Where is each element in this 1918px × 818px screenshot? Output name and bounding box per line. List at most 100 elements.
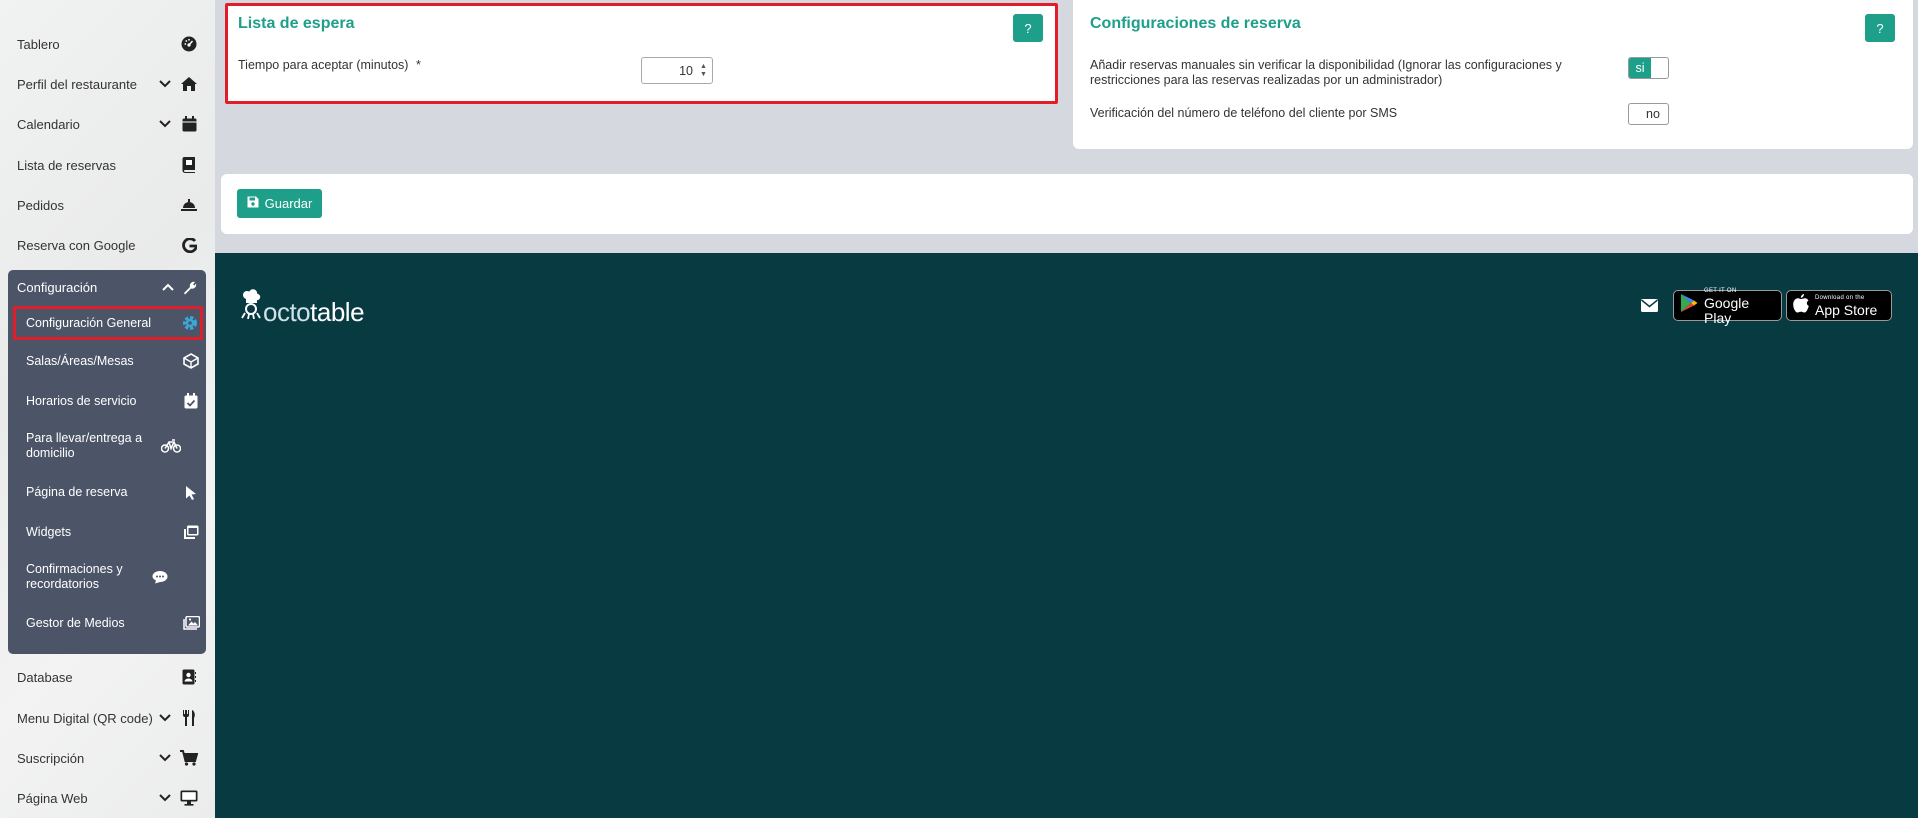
sidebar-item-label: Confirmaciones y recordatorios bbox=[26, 562, 123, 591]
toggle-off-label: no bbox=[1646, 107, 1660, 121]
sms-verification-label: Verificación del número de teléfono del … bbox=[1090, 106, 1398, 120]
manual-reservations-label: Añadir reservas manuales sin verificar l… bbox=[1090, 58, 1562, 87]
chevron-down-icon bbox=[158, 794, 172, 802]
google-play-small: GET IT ON bbox=[1704, 287, 1737, 294]
sidebar-item-confirmaciones[interactable]: Confirmaciones y recordatorios bbox=[8, 555, 206, 599]
chevron-down-icon bbox=[158, 120, 172, 128]
accept-time-label: Tiempo para aceptar (minutos) * bbox=[238, 58, 421, 73]
apple-icon bbox=[1793, 293, 1809, 318]
sidebar-item-label: Configuración General bbox=[26, 315, 152, 330]
sidebar-item-reserva-google[interactable]: Reserva con Google bbox=[0, 225, 215, 265]
number-spinner[interactable]: ▲ ▼ bbox=[699, 61, 708, 81]
sidebar-item-label: Lista de reservas bbox=[17, 157, 116, 173]
sidebar-item-label: Para llevar/entrega a domicilio bbox=[26, 431, 143, 460]
app-store-big: App Store bbox=[1815, 302, 1878, 318]
sidebar-item-horarios[interactable]: Horarios de servicio bbox=[8, 384, 206, 418]
google-play-big: Google Play bbox=[1704, 294, 1750, 326]
chevron-down-icon bbox=[158, 714, 172, 722]
sidebar-item-label: Tablero bbox=[17, 36, 60, 52]
calendar-check-icon bbox=[182, 392, 200, 410]
sidebar-item-menu-digital[interactable]: Menu Digital (QR code) bbox=[0, 698, 215, 738]
reservation-settings-title: Configuraciones de reserva bbox=[1090, 15, 1301, 32]
sidebar-item-suscripcion[interactable]: Suscripción bbox=[0, 738, 215, 778]
chevron-down-icon bbox=[158, 754, 172, 762]
sidebar-item-tablero[interactable]: Tablero bbox=[0, 24, 215, 64]
logo-octo: octo bbox=[263, 297, 311, 327]
accept-time-label-text: Tiempo para aceptar (minutos) bbox=[238, 58, 409, 72]
sidebar-item-label: Menu Digital (QR code) bbox=[17, 710, 153, 726]
waitlist-title: Lista de espera bbox=[238, 15, 355, 32]
app-store-text: Download on the App Store bbox=[1815, 293, 1877, 318]
app-store-badge[interactable]: Download on the App Store bbox=[1786, 290, 1892, 321]
window-icon bbox=[182, 523, 200, 541]
google-play-icon bbox=[1680, 293, 1698, 318]
accept-time-value: 10 bbox=[679, 63, 693, 78]
sidebar-item-label: Página de reserva bbox=[26, 484, 128, 499]
sidebar-item-label: Pedidos bbox=[17, 197, 64, 213]
sms-verification-toggle[interactable]: no bbox=[1628, 103, 1669, 125]
sidebar-item-pedidos[interactable]: Pedidos bbox=[0, 185, 215, 225]
footer: octo table GET IT ON Google Play Downloa… bbox=[215, 253, 1918, 818]
cart-icon bbox=[180, 749, 198, 767]
bicycle-icon bbox=[161, 437, 181, 455]
waitlist-card: Lista de espera ? Tiempo para aceptar (m… bbox=[225, 3, 1058, 104]
google-play-badge[interactable]: GET IT ON Google Play bbox=[1673, 288, 1782, 325]
spin-down-icon[interactable]: ▼ bbox=[700, 71, 707, 79]
cube-icon bbox=[182, 352, 200, 370]
accept-time-input[interactable]: 10 ▲ ▼ bbox=[641, 57, 713, 84]
sidebar-item-label: Suscripción bbox=[17, 750, 85, 766]
google-play-text: GET IT ON Google Play bbox=[1704, 286, 1773, 326]
save-bar bbox=[221, 174, 1913, 234]
config-section: Configuración Configuración General Sala… bbox=[8, 270, 206, 654]
mail-icon[interactable] bbox=[1641, 299, 1658, 317]
gear-icon bbox=[181, 314, 199, 332]
sidebar-item-label: Página Web bbox=[17, 790, 88, 806]
sidebar-item-salas[interactable]: Salas/Áreas/Mesas bbox=[8, 344, 206, 378]
sidebar-item-label: Calendario bbox=[17, 116, 80, 132]
contact-card-icon bbox=[180, 668, 198, 686]
chevron-down-icon bbox=[158, 80, 172, 88]
sidebar-item-perfil[interactable]: Perfil del restaurante bbox=[0, 64, 215, 104]
octotable-logo[interactable]: octo table bbox=[241, 289, 365, 328]
chef-hat-icon bbox=[241, 289, 261, 324]
sidebar-item-para-llevar[interactable]: Para llevar/entrega a domicilio bbox=[8, 424, 206, 468]
sidebar-item-label: Widgets bbox=[26, 524, 72, 539]
sidebar-item-label: Salas/Áreas/Mesas bbox=[26, 353, 134, 368]
sidebar-item-gestor-medios[interactable]: Gestor de Medios bbox=[8, 606, 206, 640]
spin-up-icon[interactable]: ▲ bbox=[700, 63, 707, 71]
dashboard-icon bbox=[180, 35, 198, 53]
reservation-settings-help-button[interactable]: ? bbox=[1865, 14, 1895, 42]
chat-icon bbox=[151, 568, 169, 586]
required-mark: * bbox=[415, 58, 421, 72]
bell-icon bbox=[180, 196, 198, 214]
sidebar-item-label: Perfil del restaurante bbox=[17, 76, 137, 92]
sidebar-item-lista-reservas[interactable]: Lista de reservas bbox=[0, 145, 215, 185]
sidebar-item-pagina-web[interactable]: Página Web bbox=[0, 778, 215, 818]
reservation-settings-card: Configuraciones de reserva ? Añadir rese… bbox=[1073, 0, 1913, 149]
sidebar-item-label: Reserva con Google bbox=[17, 237, 136, 253]
google-icon bbox=[180, 236, 198, 254]
sidebar: Tablero Perfil del restaurante Calendari… bbox=[0, 0, 215, 818]
image-icon bbox=[182, 614, 200, 632]
toggle-on-label: si bbox=[1629, 58, 1651, 78]
sidebar-item-configuracion-general[interactable]: Configuración General bbox=[13, 306, 203, 340]
sidebar-item-configuracion[interactable]: Configuración bbox=[8, 270, 206, 304]
sidebar-item-pagina-reserva[interactable]: Página de reserva bbox=[8, 475, 206, 509]
utensils-icon bbox=[180, 709, 198, 727]
wrench-icon bbox=[182, 280, 197, 295]
sidebar-item-calendario[interactable]: Calendario bbox=[0, 104, 215, 144]
sidebar-item-label: Gestor de Medios bbox=[26, 615, 125, 630]
manual-reservations-toggle[interactable]: si bbox=[1628, 57, 1669, 79]
sidebar-item-database[interactable]: Database bbox=[0, 657, 215, 697]
save-button-label: Guardar bbox=[264, 196, 313, 211]
floppy-disk-icon bbox=[247, 196, 259, 211]
chevron-up-icon bbox=[162, 283, 174, 291]
save-button[interactable]: Guardar bbox=[237, 189, 322, 218]
book-icon bbox=[180, 156, 198, 174]
waitlist-help-button[interactable]: ? bbox=[1013, 14, 1043, 42]
calendar-icon bbox=[180, 115, 198, 133]
cursor-icon bbox=[182, 483, 200, 501]
sidebar-item-widgets[interactable]: Widgets bbox=[8, 515, 206, 549]
monitor-icon bbox=[180, 789, 198, 807]
sidebar-item-label: Configuración bbox=[17, 279, 98, 295]
